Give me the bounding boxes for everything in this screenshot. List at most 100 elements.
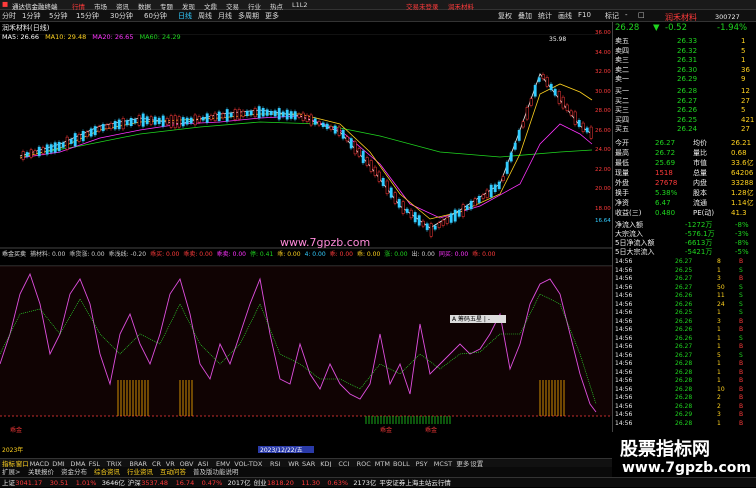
tick-time: 14:56 — [615, 317, 633, 325]
period-tab[interactable]: 30分钟 — [110, 11, 133, 21]
tick-row: 14:56 26.28 10 B — [613, 386, 756, 395]
period-tab[interactable]: 月线 — [218, 11, 232, 21]
period-tab[interactable]: 分时 — [2, 11, 16, 21]
toolbar-item[interactable]: F10 — [578, 11, 591, 19]
period-tab[interactable]: 更多 — [265, 11, 279, 21]
tick-time: 14:56 — [615, 402, 633, 410]
popup-chip[interactable]: A 筹码五星 | - — [452, 315, 490, 323]
indicator-value: 乖: 0.00 — [356, 251, 381, 258]
period-tab[interactable]: 5分钟 — [49, 11, 67, 21]
tick-price: 26.29 — [675, 411, 693, 418]
candle — [217, 111, 221, 121]
candle — [285, 109, 289, 120]
indicator-value: 乖浅线: -0.20 — [108, 251, 147, 258]
period-tab[interactable]: 1分钟 — [22, 11, 40, 21]
extension-tab[interactable]: 普及版功能说明 — [193, 467, 239, 477]
period-tab[interactable]: 60分钟 — [144, 11, 167, 21]
candle — [133, 119, 137, 124]
tick-price: 26.27 — [675, 258, 693, 265]
candle — [545, 77, 549, 87]
extension-tab[interactable]: 互动问答 — [160, 467, 186, 477]
tick-flag: S — [739, 309, 743, 316]
period-tab[interactable]: 15分钟 — [76, 11, 99, 21]
candle — [565, 104, 569, 111]
tick-price: 26.28 — [675, 419, 693, 427]
candle — [177, 116, 181, 128]
candle — [517, 129, 521, 141]
candle — [397, 199, 401, 208]
candle — [569, 110, 573, 116]
candle — [417, 215, 421, 226]
price-axis-label: 28.00 — [595, 108, 611, 114]
tick-volume: 1 — [717, 368, 721, 376]
candle — [225, 109, 229, 122]
tick-price: 26.27 — [675, 351, 693, 359]
top-menu-item[interactable]: L1L2 — [292, 1, 308, 9]
tick-time: 14:56 — [615, 394, 633, 401]
flow-label: 5日大宗流入 — [615, 248, 655, 256]
orderbook-row: 买五 26.24 27 — [613, 124, 756, 135]
tick-flag: S — [739, 300, 743, 308]
indicator-value: 乖: 0.00 — [329, 251, 353, 258]
tick-price: 26.28 — [675, 394, 693, 401]
candle — [229, 113, 233, 117]
extension-tab[interactable]: 关联报价 — [28, 467, 54, 477]
price-axis-label: 16.64 — [595, 218, 611, 224]
indicator-value: 乖: 0.00 — [472, 251, 496, 258]
tick-flag: B — [739, 377, 744, 384]
tick-row: 14:56 26.26 1 S — [613, 335, 756, 344]
candle — [69, 139, 73, 144]
orderbook-label: 买五 — [615, 125, 629, 134]
orderbook-label: 卖一 — [615, 75, 629, 84]
candle — [373, 166, 377, 176]
candle — [173, 115, 177, 129]
stat-row: 收益(三) 0.480 PE(动) 41.3 — [613, 208, 756, 219]
extension-tab[interactable]: 行业资讯 — [127, 467, 153, 477]
orderbook-price: 26.24 — [677, 125, 698, 134]
candle — [429, 223, 433, 237]
indicator-value: 乖: 0.00 — [277, 251, 301, 258]
tick-row: 14:56 26.27 1 B — [613, 343, 756, 352]
extension-tab[interactable]: 资金分布 — [61, 467, 87, 477]
status-bar: 上证 3041.17 30.51 1.01% 3646亿 沪深 3537.48 16.74 0.… — [0, 477, 756, 487]
candle — [533, 85, 537, 97]
candle — [237, 109, 241, 120]
buy-signal-1: 乖金 — [10, 426, 22, 434]
tick-row: 14:56 26.27 50 S — [613, 284, 756, 293]
chart-stock-title: 润禾材料(日线) — [2, 24, 50, 32]
tick-time: 14:56 — [615, 360, 633, 367]
tick-flag: S — [739, 283, 743, 291]
price-axis-label: 36.00 — [595, 30, 611, 36]
tick-price: 26.25 — [675, 309, 693, 316]
tick-time: 14:56 — [615, 283, 633, 291]
orderbook-row: 卖一 26.29 9 — [613, 74, 756, 85]
chart-watermark: www.7gpzb.com — [280, 236, 370, 249]
flow-row: 5日大宗流入 -5421万 -5% — [613, 247, 756, 258]
indicator-value: 乖金买卖 — [2, 251, 27, 258]
toolbar-item[interactable]: 画线 — [558, 11, 572, 21]
period-tab[interactable]: 日线 — [178, 11, 192, 21]
price-axis-label: 20.00 — [595, 186, 611, 192]
extension-tab[interactable]: 扩展> — [2, 467, 20, 477]
toolbar-item[interactable]: 统计 — [538, 11, 552, 21]
tick-time: 14:56 — [615, 326, 633, 333]
stat-label: 收益(三) — [615, 209, 642, 217]
period-tab[interactable]: 周线 — [198, 11, 212, 21]
kline-chart[interactable]: 35.98 www.7gpzb.com 乖金 乖金 乖金 2023/12/22/… — [0, 34, 612, 454]
toolbar-item[interactable]: 复权 — [498, 11, 512, 21]
candle — [421, 220, 425, 227]
candle — [57, 141, 61, 152]
tick-volume: 11 — [717, 292, 725, 299]
tick-time: 14:56 — [615, 275, 633, 282]
indicator-value: 涨: 0.00 — [384, 251, 408, 258]
candle — [269, 110, 273, 116]
candle — [529, 98, 533, 106]
candle — [513, 142, 517, 150]
toolbar-item[interactable]: 叠加 — [518, 11, 532, 21]
candle — [97, 126, 101, 132]
extension-tab[interactable]: 综合资讯 — [94, 467, 120, 477]
tick-volume: 2 — [717, 394, 721, 401]
period-tab[interactable]: 多周期 — [238, 11, 259, 21]
candle — [89, 128, 93, 137]
orderbook-volume: 27 — [741, 125, 750, 134]
